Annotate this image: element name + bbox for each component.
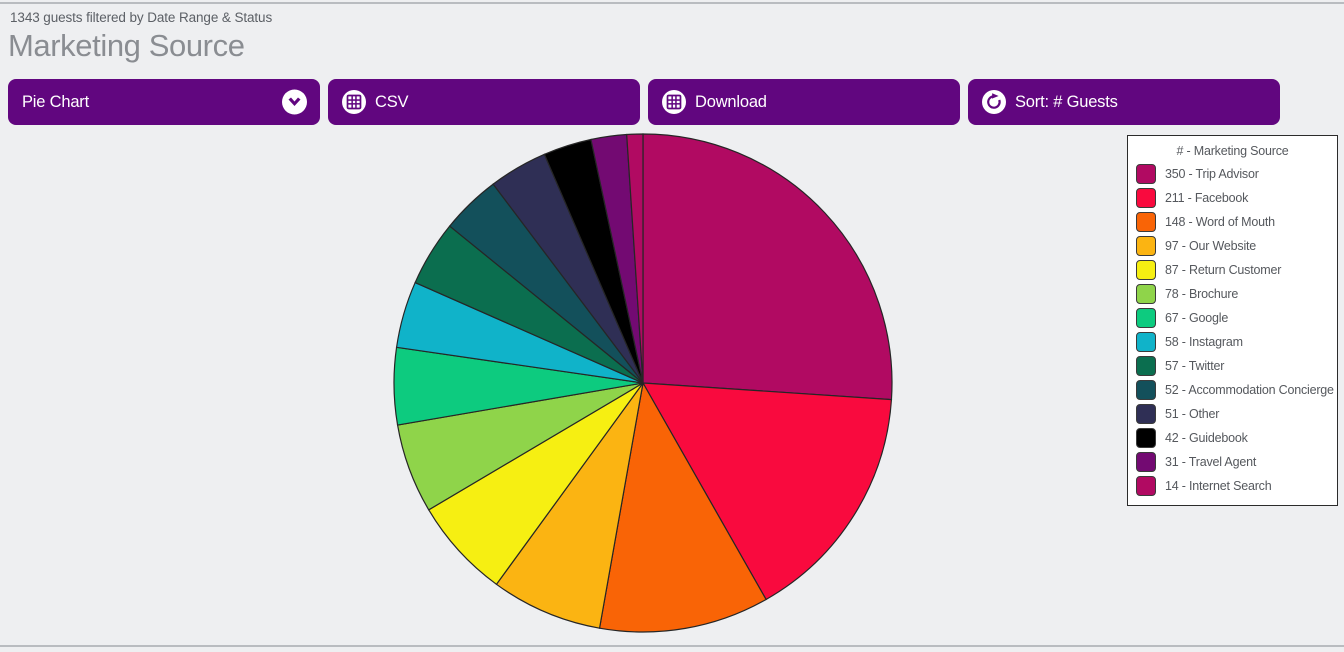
legend-label: 78 - Brochure: [1165, 287, 1239, 301]
legend-item[interactable]: 57 - Twitter: [1132, 354, 1333, 378]
csv-label: CSV: [375, 92, 409, 111]
legend-swatch: [1136, 188, 1156, 208]
legend-item[interactable]: 67 - Google: [1132, 306, 1333, 330]
legend-item[interactable]: 78 - Brochure: [1132, 282, 1333, 306]
legend-label: 148 - Word of Mouth: [1165, 215, 1275, 229]
bottom-divider: [0, 645, 1344, 647]
legend-swatch: [1136, 260, 1156, 280]
legend: # - Marketing Source 350 - Trip Advisor 2…: [1127, 135, 1338, 506]
legend-item[interactable]: 14 - Internet Search: [1132, 474, 1333, 498]
download-label: Download: [695, 92, 767, 111]
legend-item[interactable]: 31 - Travel Agent: [1132, 450, 1333, 474]
legend-label: 211 - Facebook: [1165, 191, 1249, 205]
legend-swatch: [1136, 332, 1156, 352]
legend-swatch: [1136, 380, 1156, 400]
filter-summary-text: 1343 guests filtered by Date Range & Sta…: [10, 10, 273, 25]
legend-swatch: [1136, 212, 1156, 232]
chart-type-dropdown[interactable]: Pie Chart: [8, 79, 320, 125]
legend-label: 67 - Google: [1165, 311, 1229, 325]
legend-label: 14 - Internet Search: [1165, 479, 1272, 493]
legend-swatch: [1136, 164, 1156, 184]
legend-label: 58 - Instagram: [1165, 335, 1243, 349]
legend-swatch: [1136, 236, 1156, 256]
legend-swatch: [1136, 428, 1156, 448]
legend-item[interactable]: 87 - Return Customer: [1132, 258, 1333, 282]
legend-item[interactable]: 211 - Facebook: [1132, 186, 1333, 210]
legend-item[interactable]: 97 - Our Website: [1132, 234, 1333, 258]
legend-item[interactable]: 52 - Accommodation Concierge: [1132, 378, 1334, 402]
legend-item[interactable]: 148 - Word of Mouth: [1132, 210, 1333, 234]
legend-label: 42 - Guidebook: [1165, 431, 1248, 445]
pie-chart[interactable]: [380, 130, 910, 646]
legend-item[interactable]: 51 - Other: [1132, 402, 1333, 426]
download-button[interactable]: Download: [648, 79, 960, 125]
grid-table-icon: [342, 90, 366, 114]
legend-title: # - Marketing Source: [1176, 144, 1289, 158]
legend-label: 97 - Our Website: [1165, 239, 1257, 253]
legend-swatch: [1136, 284, 1156, 304]
page-title: Marketing Source: [8, 28, 245, 63]
legend-swatch: [1136, 476, 1156, 496]
toolbar: Pie Chart CSV Download Sort: # Guests: [8, 79, 1336, 125]
legend-label: 52 - Accommodation Concierge: [1165, 383, 1334, 397]
legend-label: 350 - Trip Advisor: [1165, 167, 1259, 181]
legend-item[interactable]: 350 - Trip Advisor: [1132, 162, 1333, 186]
legend-item[interactable]: 58 - Instagram: [1132, 330, 1333, 354]
legend-swatch: [1136, 356, 1156, 376]
chart-type-label: Pie Chart: [22, 92, 89, 111]
chevron-down-icon[interactable]: [282, 89, 307, 115]
sort-button[interactable]: Sort: # Guests: [968, 79, 1280, 125]
sort-label: Sort: # Guests: [1015, 92, 1118, 111]
legend-item[interactable]: 42 - Guidebook: [1132, 426, 1333, 450]
legend-swatch: [1136, 404, 1156, 424]
legend-rows: 350 - Trip Advisor 211 - Facebook 148 - Wo…: [1132, 162, 1334, 498]
legend-swatch: [1136, 452, 1156, 472]
legend-label: 57 - Twitter: [1165, 359, 1225, 373]
pie-slice[interactable]: [642, 133, 893, 401]
legend-swatch: [1136, 308, 1156, 328]
legend-label: 87 - Return Customer: [1165, 263, 1282, 277]
legend-label: 31 - Travel Agent: [1165, 455, 1257, 469]
circular-arrow-icon: [982, 90, 1006, 114]
csv-button[interactable]: CSV: [328, 79, 640, 125]
grid-table-icon: [662, 90, 686, 114]
legend-label: 51 - Other: [1165, 407, 1220, 421]
top-divider: [0, 2, 1344, 4]
